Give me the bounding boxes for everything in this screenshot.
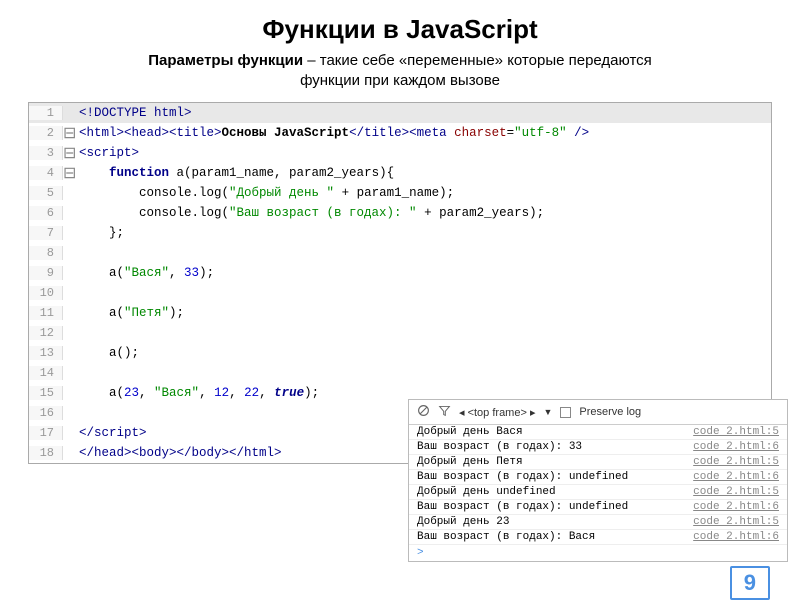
- console-log-row: Добрый день 23 code 2.html:5: [409, 515, 787, 530]
- line-number: 6: [29, 206, 63, 220]
- console-log-row: Добрый день Вася code 2.html:5: [409, 425, 787, 440]
- line-number: 15: [29, 386, 63, 400]
- log-source-link[interactable]: code 2.html:6: [693, 441, 779, 453]
- code-line: 4⊟ function a(param1_name, param2_years)…: [29, 163, 771, 183]
- log-message: Ваш возраст (в годах): 33: [417, 441, 582, 453]
- console-log-row: Добрый день undefined code 2.html:5: [409, 485, 787, 500]
- log-source-link[interactable]: code 2.html:5: [693, 486, 779, 498]
- preserve-log-checkbox[interactable]: [560, 407, 571, 418]
- code-content: a("Петя");: [73, 306, 184, 320]
- frame-selector[interactable]: ◂ <top frame> ▸: [459, 406, 535, 419]
- fold-icon[interactable]: ⊟: [63, 143, 73, 163]
- devtools-console: ◂ <top frame> ▸ ▼ Preserve log Добрый де…: [408, 399, 788, 562]
- log-message: Добрый день Петя: [417, 456, 523, 468]
- line-number: 12: [29, 326, 63, 340]
- line-number: 7: [29, 226, 63, 240]
- line-number: 4: [29, 166, 63, 180]
- code-line: 5 console.log("Добрый день " + param1_na…: [29, 183, 771, 203]
- log-source-link[interactable]: code 2.html:5: [693, 516, 779, 528]
- log-source-link[interactable]: code 2.html:6: [693, 501, 779, 513]
- code-line: 1 <!DOCTYPE html>: [29, 103, 771, 123]
- line-number: 1: [29, 106, 63, 120]
- log-source-link[interactable]: code 2.html:5: [693, 456, 779, 468]
- console-prompt[interactable]: >: [409, 545, 787, 561]
- line-number: 5: [29, 186, 63, 200]
- console-log-row: Ваш возраст (в годах): undefined code 2.h…: [409, 470, 787, 485]
- log-message: Добрый день Вася: [417, 426, 523, 438]
- log-source-link[interactable]: code 2.html:5: [693, 426, 779, 438]
- console-log-row: Ваш возраст (в годах): Вася code 2.html:6: [409, 530, 787, 545]
- line-number: 9: [29, 266, 63, 280]
- code-content: };: [73, 226, 124, 240]
- code-content: function a(param1_name, param2_years){: [73, 166, 394, 180]
- log-message: Ваш возраст (в годах): Вася: [417, 531, 595, 543]
- line-number: 16: [29, 406, 63, 420]
- code-content: console.log("Ваш возраст (в годах): " + …: [73, 206, 544, 220]
- code-line: 2⊟<html><head><title>Основы JavaScript</…: [29, 123, 771, 143]
- fold-icon[interactable]: ⊟: [63, 123, 73, 143]
- line-number: 18: [29, 446, 63, 460]
- console-toolbar: ◂ <top frame> ▸ ▼ Preserve log: [409, 400, 787, 425]
- log-message: Добрый день undefined: [417, 486, 556, 498]
- line-number: 14: [29, 366, 63, 380]
- code-content: a();: [73, 346, 139, 360]
- code-content: a(23, "Вася", 12, 22, true);: [73, 386, 319, 400]
- slide-subtitle: Параметры функции – такие себе «переменн…: [120, 51, 680, 92]
- line-number: 8: [29, 246, 63, 260]
- preserve-log-label: Preserve log: [579, 406, 641, 418]
- log-message: Ваш возраст (в годах): undefined: [417, 471, 628, 483]
- code-line: 11 a("Петя");: [29, 303, 771, 323]
- code-content: </script>: [73, 426, 147, 440]
- code-line: 6 console.log("Ваш возраст (в годах): " …: [29, 203, 771, 223]
- code-content: <html><head><title>Основы JavaScript</ti…: [73, 126, 589, 140]
- line-number: 13: [29, 346, 63, 360]
- code-content: <script>: [73, 146, 139, 160]
- log-message: Добрый день 23: [417, 516, 509, 528]
- log-source-link[interactable]: code 2.html:6: [693, 471, 779, 483]
- line-number: 3: [29, 146, 63, 160]
- filter-icon[interactable]: [438, 404, 451, 420]
- code-line: 13 a();: [29, 343, 771, 363]
- code-line: 10: [29, 283, 771, 303]
- page-number-badge: 9: [730, 566, 770, 600]
- subtitle-bold: Параметры функции: [148, 52, 303, 69]
- code-line: 8: [29, 243, 771, 263]
- code-line: 3⊟<script>: [29, 143, 771, 163]
- code-line: 9 a("Вася", 33);: [29, 263, 771, 283]
- dropdown-icon[interactable]: ▼: [543, 407, 552, 417]
- line-number: 17: [29, 426, 63, 440]
- log-source-link[interactable]: code 2.html:6: [693, 531, 779, 543]
- clear-icon[interactable]: [417, 404, 430, 420]
- code-content: </head><body></body></html>: [73, 446, 282, 460]
- code-content: <!DOCTYPE html>: [73, 106, 192, 120]
- code-content: a("Вася", 33);: [73, 266, 214, 280]
- slide-title: Функции в JavaScript: [0, 14, 800, 45]
- code-line: 7 };: [29, 223, 771, 243]
- code-content: console.log("Добрый день " + param1_name…: [73, 186, 454, 200]
- console-log-row: Ваш возраст (в годах): 33 code 2.html:6: [409, 440, 787, 455]
- console-log-row: Добрый день Петя code 2.html:5: [409, 455, 787, 470]
- line-number: 10: [29, 286, 63, 300]
- code-line: 12: [29, 323, 771, 343]
- log-message: Ваш возраст (в годах): undefined: [417, 501, 628, 513]
- code-line: 14: [29, 363, 771, 383]
- line-number: 11: [29, 306, 63, 320]
- fold-icon[interactable]: ⊟: [63, 163, 73, 183]
- console-log-row: Ваш возраст (в годах): undefined code 2.h…: [409, 500, 787, 515]
- line-number: 2: [29, 126, 63, 140]
- subtitle-rest: – такие себе «переменные» которые переда…: [300, 52, 652, 89]
